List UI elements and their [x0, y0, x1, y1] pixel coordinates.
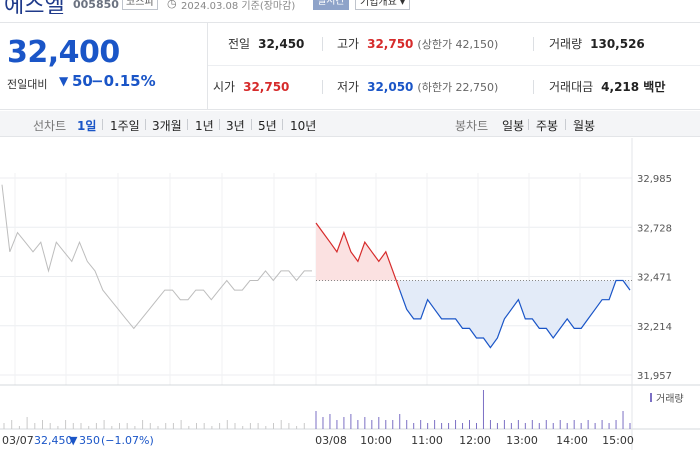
live-badge[interactable]: 실시간 [313, 0, 349, 10]
price-chart[interactable]: 32,985 32,728 32,471 32,214 31,957 거래량 03/08… [0, 138, 700, 450]
x-tick-label: 12:00 [459, 434, 491, 447]
x-tick-label: 13:00 [506, 434, 538, 447]
x-tick-label: 10:00 [360, 434, 392, 447]
volume-cell: 거래량 130,526 [549, 23, 645, 66]
stock-name: 에스엘 [4, 0, 65, 14]
stock-code: 005850 [73, 0, 119, 11]
high-cell: 고가 32,750 (상한가 42,150) [337, 23, 498, 66]
amount-cell: 거래대금 4,218 백만 [549, 66, 665, 109]
volume-bars: 거래량 [3, 390, 684, 429]
x-tick-label: 11:00 [411, 434, 443, 447]
prev-day-line [1, 184, 312, 330]
chart-toolbar: 선차트 1일 1주일 3개월 1년 3년 5년 10년 봉차트 일봉 주봉 월봉 [0, 111, 700, 137]
low-value: 32,050 [367, 80, 414, 94]
clock-icon: ◷ [167, 0, 177, 10]
divider [102, 119, 103, 130]
line-chart-label: 선차트 [33, 119, 67, 133]
amount-value: 4,218 백만 [601, 80, 666, 94]
prev-day-change-pct: (−1.07%) [101, 434, 154, 447]
company-info-button[interactable]: 기업개요 ▾ [355, 0, 410, 10]
period-1d[interactable]: 1일 [77, 117, 96, 134]
upper-limit: (상한가 42,150) [417, 38, 499, 51]
divider [251, 119, 252, 130]
prev-close-value: 32,450 [258, 37, 305, 51]
x-tick-label: 03/08 [315, 434, 347, 447]
high-label: 고가 [337, 37, 360, 51]
period-3y[interactable]: 3년 [226, 117, 245, 134]
quote-row-2: 시가 32,750 저가 32,050 (하한가 22,750) 거래대금 4,218 … [208, 66, 700, 109]
chart-area-fills [316, 223, 630, 348]
lower-limit: (하한가 22,750) [417, 81, 499, 94]
x-tick-label: 14:00 [556, 434, 588, 447]
volume-label: 거래량 [549, 37, 583, 51]
y-tick-label: 32,728 [637, 223, 672, 234]
volume-legend-swatch [650, 393, 652, 402]
open-cell: 시가 32,750 [213, 66, 289, 109]
low-cell: 저가 32,050 (하한가 22,750) [337, 66, 498, 109]
volume-legend-label: 거래량 [656, 393, 684, 405]
divider [282, 119, 283, 130]
period-3m[interactable]: 3개월 [152, 117, 182, 134]
current-price: 32,400 [7, 35, 120, 70]
volume-value: 130,526 [590, 37, 645, 51]
change-percent: −0.15% [91, 72, 156, 90]
y-tick-label: 32,471 [637, 273, 672, 284]
market-badge: 코스피 [122, 0, 158, 10]
down-arrow-icon: ▼ [59, 74, 69, 88]
amount-label: 거래대금 [549, 80, 594, 94]
prev-day-label: 03/07 [2, 434, 34, 447]
period-1w[interactable]: 1주일 [110, 117, 140, 134]
divider [565, 119, 566, 130]
candle-daily[interactable]: 일봉 [502, 117, 524, 134]
prev-close-label: 전일 [228, 37, 251, 51]
divider [528, 119, 529, 130]
prev-close-cell: 전일 32,450 [228, 23, 304, 66]
divider [533, 37, 534, 51]
open-label: 시가 [213, 80, 236, 94]
low-label: 저가 [337, 80, 360, 94]
prev-day-price: 32,450 [34, 434, 73, 447]
quote-summary: 32,400 전일대비 ▼ 50 −0.15% 전일 32,450 고가 32,75… [0, 22, 700, 110]
down-arrow-icon: ▼ [69, 434, 78, 447]
y-tick-label: 32,985 [637, 174, 672, 185]
divider [145, 119, 146, 130]
change-value: 50 [72, 72, 93, 90]
divider [219, 119, 220, 130]
quote-row-1: 전일 32,450 고가 32,750 (상한가 42,150) 거래량 130,526 [208, 23, 700, 66]
y-axis-labels: 32,985 32,728 32,471 32,214 31,957 [637, 174, 672, 382]
prev-day-change: 350 [79, 434, 100, 447]
divider [322, 37, 323, 51]
divider [533, 80, 534, 94]
period-1y[interactable]: 1년 [195, 117, 214, 134]
change-label: 전일대비 [7, 78, 48, 91]
period-10y[interactable]: 10년 [290, 117, 316, 134]
y-tick-label: 31,957 [637, 371, 672, 382]
high-value: 32,750 [367, 37, 414, 51]
candle-chart-label: 봉차트 [455, 119, 489, 133]
open-value: 32,750 [243, 80, 290, 94]
divider [187, 119, 188, 130]
stock-header: 에스엘 005850 코스피 ◷ 2024.03.08 기준(장마감) 실시간 … [0, 0, 700, 14]
prev-day-summary: 32,450▼ 350 (−1.07%) [34, 434, 154, 447]
candle-weekly[interactable]: 주봉 [536, 117, 558, 134]
period-5y[interactable]: 5년 [258, 117, 277, 134]
x-tick-label: 15:00 [602, 434, 634, 447]
quote-date: 2024.03.08 기준(장마감) [181, 1, 296, 12]
divider [322, 80, 323, 94]
y-tick-label: 32,214 [637, 322, 672, 333]
candle-monthly[interactable]: 월봉 [573, 117, 595, 134]
price-panel: 32,400 전일대비 ▼ 50 −0.15% [0, 23, 208, 109]
down-area-fill [399, 280, 630, 348]
